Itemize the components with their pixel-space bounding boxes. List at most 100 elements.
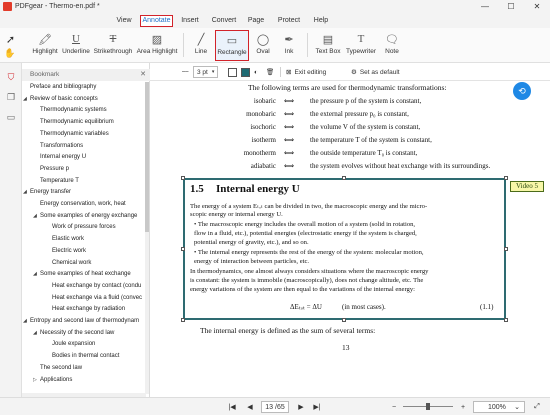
bookmark-item-label: Energy conservation, work, heat — [40, 201, 126, 207]
next-page-button[interactable]: ▶ — [295, 401, 307, 413]
delete-icon[interactable]: 🗑 — [266, 66, 274, 78]
ink-button[interactable]: ✒ Ink — [278, 30, 300, 61]
oval-button[interactable]: ◯ Oval — [252, 30, 274, 61]
highlight-button[interactable]: 🖍 Highlight — [30, 30, 60, 61]
stroke-width-select[interactable]: 3 pt ▾ — [193, 66, 219, 78]
bookmark-item[interactable]: ◢ Some examples of energy exchange — [33, 211, 137, 221]
bookmark-item[interactable]: Joule expansion — [52, 339, 95, 349]
expand-arrow-icon[interactable]: ◢ — [23, 187, 30, 197]
hand-tool-button[interactable]: ✋ — [3, 47, 17, 59]
last-page-button[interactable]: ▶| — [311, 401, 323, 413]
close-button[interactable]: ✕ — [524, 0, 550, 13]
resize-handle[interactable] — [181, 176, 185, 180]
line-label: Line — [194, 48, 208, 55]
bookmark-item[interactable]: Electric work — [52, 246, 86, 256]
scrollbar-thumb[interactable] — [145, 82, 149, 232]
set-default-button[interactable]: ⚙ Set as default — [351, 66, 400, 78]
opacity-icon[interactable]: ◐ — [254, 66, 258, 78]
resize-handle[interactable] — [181, 318, 185, 322]
prev-page-button[interactable]: ◀ — [244, 401, 256, 413]
fill-color-button[interactable] — [228, 66, 237, 78]
zoom-select[interactable]: 100% ⌄ — [473, 401, 525, 413]
bookmark-item[interactable]: Energy conservation, work, heat — [40, 199, 126, 209]
bookmark-item[interactable]: Heat exchange via a fluid (convec — [52, 293, 142, 303]
menu-protect[interactable]: Protect — [274, 15, 304, 27]
bookmark-item[interactable]: Preface and bibliography — [30, 82, 96, 92]
fit-page-icon[interactable]: ⤢ — [530, 401, 544, 413]
bookmark-item[interactable]: ◢ Necessity of the second law — [33, 328, 114, 338]
resize-handle[interactable] — [504, 318, 508, 322]
expand-arrow-icon[interactable]: ◢ — [33, 328, 40, 338]
thumbnails-icon[interactable]: ❐ — [5, 91, 17, 103]
menu-convert[interactable]: Convert — [209, 15, 239, 27]
document-view[interactable]: ⟲ The following terms are used for therm… — [150, 81, 550, 397]
text-box-button[interactable]: ▤ Text Box — [313, 30, 343, 61]
area-highlight-button[interactable]: ▨ Area Highlight — [136, 30, 178, 61]
resize-handle[interactable] — [504, 247, 508, 251]
expand-arrow-icon[interactable]: ▷ — [33, 375, 40, 385]
resize-handle[interactable] — [342, 176, 346, 180]
bookmark-item[interactable]: Internal energy U — [40, 152, 86, 162]
bookmark-item[interactable]: The second law — [40, 363, 82, 373]
bookmark-item[interactable]: Work of pressure forces — [52, 222, 116, 232]
menu-page[interactable]: Page — [245, 15, 267, 27]
bookmark-item[interactable]: Heat exchange by radiation — [52, 304, 125, 314]
expand-arrow-icon[interactable]: ◢ — [33, 211, 40, 221]
resize-handle[interactable] — [342, 318, 346, 322]
bookmark-item[interactable]: Elastic work — [52, 234, 84, 244]
bookmark-item[interactable]: Thermodynamic variables — [40, 129, 109, 139]
bookmark-item[interactable]: Bodies in thermal contact — [52, 351, 119, 361]
expand-arrow-icon[interactable]: ◢ — [23, 316, 30, 326]
bookmark-item[interactable]: Thermodynamic equilibrium — [40, 117, 114, 127]
bookmark-item[interactable]: ◢ Review of basic concepts — [23, 94, 98, 104]
ribbon-divider — [183, 33, 184, 57]
expand-arrow-icon[interactable]: ◢ — [23, 94, 30, 104]
bookmark-item[interactable]: Thermodynamic systems — [40, 105, 107, 115]
line-style-icon[interactable]: ⎯⎯ — [182, 66, 189, 78]
comments-icon[interactable]: ▭ — [5, 111, 17, 123]
zoom-in-button[interactable]: + — [457, 401, 469, 413]
bookmark-icon[interactable]: ⛉ — [5, 71, 17, 83]
bookmark-scrollbar[interactable] — [145, 82, 149, 394]
bookmark-item[interactable]: Pressure p — [40, 164, 69, 174]
underline-button[interactable]: U Underline — [60, 30, 92, 61]
convert-floating-icon[interactable]: ⟲ — [513, 82, 531, 100]
menu-insert[interactable]: Insert — [178, 15, 202, 27]
page-number-input[interactable]: 13 /65 — [261, 401, 289, 413]
bookmark-item[interactable]: ◢ Some examples of heat exchange — [33, 269, 131, 279]
menu-view[interactable]: View — [113, 15, 135, 27]
exit-editing-button[interactable]: ⊠ Exit editing — [286, 66, 326, 78]
note-button[interactable]: 🗨 Note — [381, 30, 403, 61]
bookmark-item[interactable]: Chemical work — [52, 258, 91, 268]
bookmark-item[interactable]: ◢ Energy transfer — [23, 187, 71, 197]
zoom-out-button[interactable]: − — [388, 401, 400, 413]
bookmark-panel-title: Bookmark — [30, 71, 60, 78]
bookmark-item-label: Some examples of heat exchange — [40, 271, 131, 278]
strikethrough-button[interactable]: T Strikethrough — [92, 30, 134, 61]
subbar-divider — [280, 67, 281, 77]
typewriter-button[interactable]: T Typewriter — [344, 30, 378, 61]
bookmark-item[interactable]: ▷ Applications — [33, 375, 72, 385]
resize-handle[interactable] — [181, 247, 185, 251]
video-link-tag[interactable]: Video 5 — [510, 181, 544, 192]
line-button[interactable]: ╱ Line — [190, 30, 212, 61]
bookmark-item[interactable]: Heat exchange by contact (condu — [52, 281, 141, 291]
expand-arrow-icon[interactable]: ◢ — [33, 269, 40, 279]
first-page-button[interactable]: |◀ — [226, 401, 238, 413]
term-desc-5: the system evolves without heat exchange… — [310, 162, 491, 170]
stroke-color-button[interactable] — [241, 66, 250, 78]
zoom-slider-knob[interactable] — [426, 403, 430, 410]
bookmark-item[interactable]: Transformations — [40, 141, 83, 151]
rectangle-button[interactable]: ▭ Rectangle — [215, 30, 249, 61]
minimize-button[interactable]: — — [472, 0, 498, 13]
resize-handle[interactable] — [504, 176, 508, 180]
menu-help[interactable]: Help — [311, 15, 331, 27]
bookmark-item-label: Heat exchange by radiation — [52, 306, 126, 313]
close-panel-icon[interactable]: ✕ — [140, 70, 146, 78]
bookmark-item-label: Energy transfer — [30, 189, 72, 196]
menu-annotate[interactable]: Annotate — [140, 15, 173, 27]
bookmark-item[interactable]: ◢ Entropy and second law of thermodynam — [23, 316, 139, 326]
bookmark-item[interactable]: Temperature T — [40, 176, 79, 186]
maximize-button[interactable]: ☐ — [498, 0, 524, 13]
rectangle-annotation[interactable] — [183, 178, 506, 320]
